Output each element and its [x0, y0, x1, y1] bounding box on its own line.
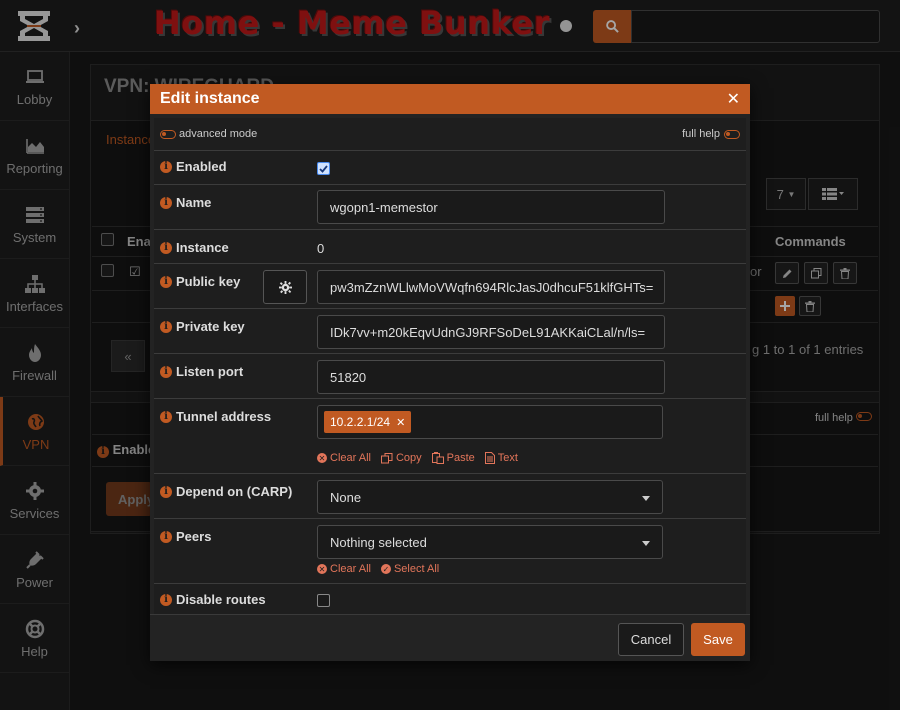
private-key-input[interactable]: IDk7vv+m20kEqvUdnGJ9RFSoDeL91AKKaiCLal/n… [317, 315, 665, 349]
disable-routes-label: i Disable routes [160, 592, 266, 607]
text-link[interactable]: Text [484, 452, 518, 464]
clear-all-link[interactable]: ✕ Clear All [317, 563, 371, 575]
info-icon[interactable]: i [160, 365, 172, 378]
info-icon[interactable]: i [160, 320, 172, 333]
times-circle-icon: ✕ [317, 453, 327, 463]
generate-keypair-button[interactable] [263, 270, 307, 304]
dialog-body: advanced mode full help i Enabled i Name w… [154, 118, 746, 614]
peers-actions: ✕ Clear All ✓ Select All [317, 563, 449, 575]
peers-select[interactable]: Nothing selected [317, 525, 663, 559]
gear-icon [278, 280, 292, 294]
tunnel-address-label-text: Tunnel address [176, 409, 272, 424]
save-button[interactable]: Save [691, 623, 745, 656]
public-key-row: i Public key pw3mZznWLlwMoVWqfn694RlcJasJ… [154, 263, 746, 308]
instance-value: 0 [317, 241, 325, 256]
public-key-label-text: Public key [176, 274, 241, 289]
caret-down-icon [642, 541, 650, 546]
instance-label-text: Instance [176, 240, 229, 255]
info-icon[interactable]: i [160, 593, 172, 606]
depend-on-row: i Depend on (CARP) None [154, 473, 746, 518]
enabled-label-text: Enabled [176, 159, 227, 174]
peers-value: Nothing selected [330, 534, 427, 550]
name-input[interactable]: wgopn1-memestor [317, 190, 665, 224]
info-icon[interactable]: i [160, 196, 172, 209]
paste-label: Paste [446, 452, 475, 464]
toggle-off-icon [724, 129, 740, 139]
mode-row: advanced mode full help [154, 118, 746, 150]
info-icon[interactable]: i [160, 410, 172, 423]
clear-all-label: Clear All [330, 563, 371, 575]
times-circle-icon: ✕ [317, 564, 327, 574]
name-row: i Name wgopn1-memestor [154, 184, 746, 229]
disable-routes-checkbox[interactable] [317, 594, 330, 607]
listen-port-row: i Listen port 51820 [154, 353, 746, 398]
dialog-footer: Cancel Save [150, 614, 750, 661]
peers-label-text: Peers [176, 529, 212, 544]
file-text-icon [484, 452, 495, 464]
depend-on-value: None [330, 489, 362, 505]
clear-all-label: Clear All [330, 452, 371, 464]
toggle-off-icon [160, 129, 176, 139]
name-label-text: Name [176, 195, 212, 210]
edit-instance-dialog: Edit instance ✕ advanced mode full help … [150, 84, 750, 661]
disable-routes-row: i Disable routes [154, 583, 746, 614]
enabled-row: i Enabled [154, 150, 746, 184]
enabled-checkbox[interactable] [317, 162, 330, 175]
copy-icon [380, 452, 393, 463]
cancel-button[interactable]: Cancel [618, 623, 684, 656]
tunnel-address-tag[interactable]: 10.2.2.1/24 ✕ [324, 411, 412, 433]
tunnel-address-tokens[interactable]: 10.2.2.1/24 ✕ [317, 405, 663, 439]
depend-on-label-text: Depend on (CARP) [176, 484, 293, 499]
paste-icon [431, 452, 444, 464]
tag-label: 10.2.2.1/24 [330, 415, 391, 429]
advanced-mode-toggle[interactable]: advanced mode [160, 128, 257, 140]
info-icon[interactable]: i [160, 530, 172, 543]
instance-row: i Instance 0 [154, 229, 746, 263]
dialog-title: Edit instance [160, 90, 260, 107]
full-help-label: full help [682, 128, 720, 140]
info-icon[interactable]: i [160, 485, 172, 498]
public-key-input[interactable]: pw3mZznWLlwMoVWqfn694RlcJasJ0dhcuF51klfG… [317, 270, 665, 304]
advanced-mode-label: advanced mode [179, 128, 258, 140]
enabled-label: i Enabled [160, 159, 227, 174]
peers-row: i Peers Nothing selected ✕ Clear All ✓ Sele… [154, 518, 746, 583]
instance-label: i Instance [160, 240, 229, 255]
select-all-label: Select All [393, 563, 440, 575]
private-key-row: i Private key IDk7vv+m20kEqvUdnGJ9RFSoDeL… [154, 308, 746, 353]
listen-port-label-text: Listen port [176, 364, 244, 379]
tunnel-address-actions: ✕ Clear All Copy Paste Text [317, 452, 528, 464]
copy-link[interactable]: Copy [380, 452, 422, 464]
info-icon[interactable]: i [160, 241, 172, 254]
caret-down-icon [642, 496, 650, 501]
depend-on-select[interactable]: None [317, 480, 663, 514]
info-icon[interactable]: i [160, 160, 172, 173]
tunnel-address-row: i Tunnel address 10.2.2.1/24 ✕ ✕ Clear All… [154, 398, 746, 473]
checkmark-icon [319, 164, 328, 173]
close-icon[interactable]: ✕ [727, 89, 740, 109]
full-help-toggle[interactable]: full help [682, 128, 740, 140]
select-all-link[interactable]: ✓ Select All [380, 563, 440, 575]
public-key-label: i Public key [160, 274, 240, 289]
clear-all-link[interactable]: ✕ Clear All [317, 452, 371, 464]
paste-link[interactable]: Paste [431, 452, 475, 464]
listen-port-input[interactable]: 51820 [317, 360, 665, 394]
name-label: i Name [160, 195, 211, 210]
copy-label: Copy [395, 452, 422, 464]
private-key-label-text: Private key [176, 319, 245, 334]
remove-tag-icon[interactable]: ✕ [396, 416, 405, 429]
depend-on-label: i Depend on (CARP) [160, 484, 292, 499]
tunnel-address-label: i Tunnel address [160, 409, 271, 424]
listen-port-label: i Listen port [160, 364, 243, 379]
private-key-label: i Private key [160, 319, 245, 334]
disable-routes-label-text: Disable routes [176, 592, 266, 607]
check-circle-icon: ✓ [380, 564, 391, 574]
info-icon[interactable]: i [160, 275, 172, 288]
peers-label: i Peers [160, 529, 211, 544]
dialog-header: Edit instance ✕ [150, 84, 750, 114]
text-label: Text [497, 452, 518, 464]
